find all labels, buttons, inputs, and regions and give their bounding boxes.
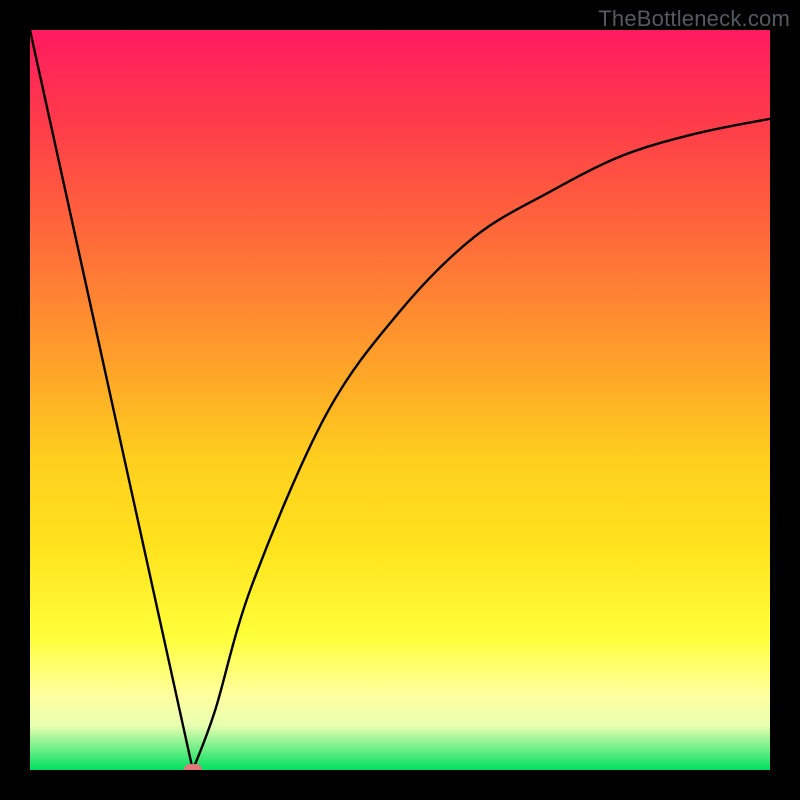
watermark-text: TheBottleneck.com bbox=[598, 6, 790, 32]
optimal-point-marker bbox=[184, 764, 202, 770]
bottleneck-curve bbox=[30, 30, 770, 770]
plot-area bbox=[30, 30, 770, 770]
chart-frame bbox=[30, 30, 770, 770]
